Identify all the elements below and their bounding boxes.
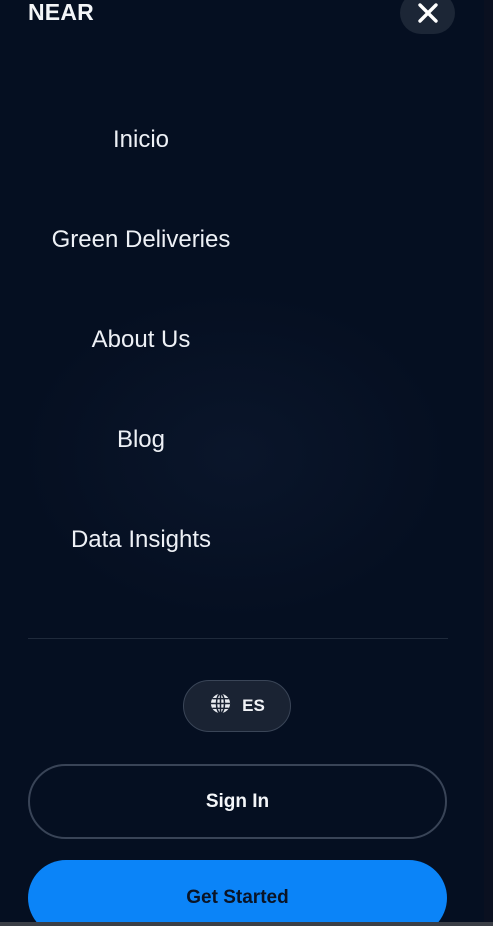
nav-item-data-insights[interactable]: Data Insights (0, 490, 282, 590)
language-label: ES (242, 696, 265, 715)
brand-logo[interactable]: NEAR (28, 0, 94, 24)
mobile-menu: NEAR Inicio Green Deliveries About Us Bl… (0, 0, 493, 926)
sign-in-button[interactable]: Sign In (28, 764, 447, 839)
nav-item-green-deliveries[interactable]: Green Deliveries (0, 190, 282, 290)
nav-item-about-us[interactable]: About Us (0, 290, 282, 390)
nav-item-inicio[interactable]: Inicio (0, 90, 282, 190)
close-button[interactable] (400, 0, 455, 34)
close-icon (417, 2, 439, 24)
scrollbar[interactable] (484, 0, 493, 926)
bottom-edge (0, 922, 493, 926)
nav-item-blog[interactable]: Blog (0, 390, 282, 490)
divider (28, 638, 448, 639)
get-started-button[interactable]: Get Started (28, 860, 447, 926)
language-selector-button[interactable]: ES (183, 680, 291, 732)
globe-icon (209, 692, 232, 720)
